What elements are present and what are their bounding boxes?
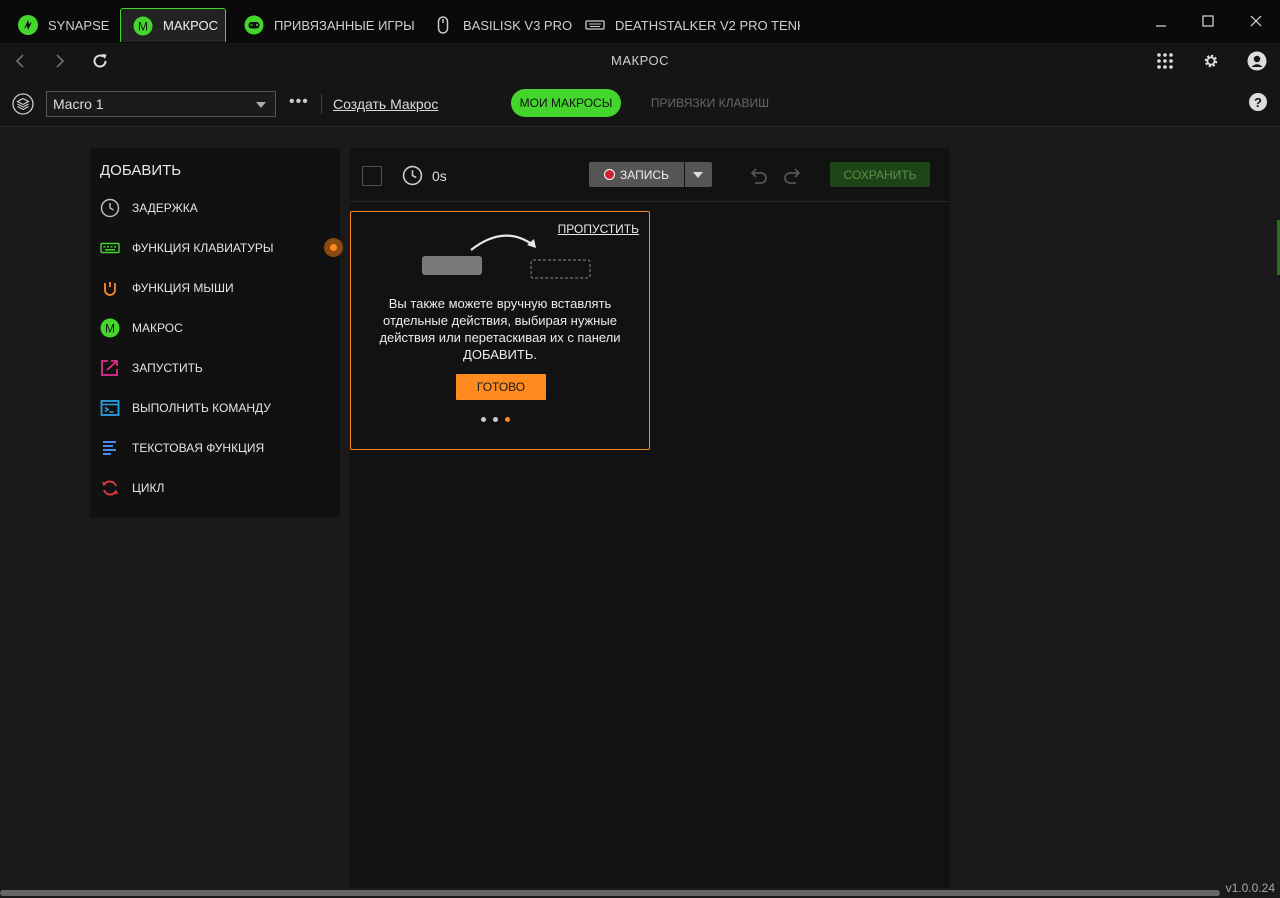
tab-key-bindings[interactable]: ПРИВЯЗКИ КЛАВИШ	[640, 89, 780, 117]
loop-icon	[100, 478, 120, 498]
layers-icon	[12, 93, 34, 115]
add-item-label: ЦИКЛ	[132, 481, 165, 495]
redo-icon	[784, 168, 801, 184]
layers-button[interactable]	[12, 93, 34, 120]
add-panel: ДОБАВИТЬ ЗАДЕРЖКА ФУНКЦИЯ КЛАВИАТУРЫ ФУН…	[90, 148, 343, 518]
drag-illustration-icon	[419, 230, 599, 290]
horizontal-scrollbar[interactable]	[0, 890, 1220, 896]
chevron-down-icon	[256, 102, 266, 108]
gamepad-icon	[244, 15, 264, 35]
divider	[321, 94, 322, 114]
add-run-command[interactable]: ВЫПОЛНИТЬ КОМАНДУ	[100, 396, 330, 420]
record-dot-icon	[604, 169, 616, 180]
save-button[interactable]: СОХРАНИТЬ	[830, 162, 930, 187]
title-bar: SYNAPSE M МАКРОС ПРИВЯЗАННЫЕ ИГРЫ BASILI…	[0, 0, 1280, 43]
minimize-button[interactable]	[1138, 8, 1184, 34]
record-label: ЗАПИСЬ	[620, 167, 669, 182]
tab-synapse[interactable]: SYNAPSE	[18, 8, 109, 42]
done-button[interactable]: ГОТОВО	[456, 374, 546, 400]
chevron-down-icon	[693, 172, 703, 178]
add-item-label: ФУНКЦИЯ МЫШИ	[132, 281, 234, 295]
macro-editor: 0s ЗАПИСЬ СОХРАНИТЬ ПРОПУСТИТЬ Вы также …	[350, 148, 950, 888]
grid-icon	[1157, 53, 1173, 69]
tab-linked-games[interactable]: ПРИВЯЗАННЫЕ ИГРЫ	[244, 8, 415, 42]
apps-button[interactable]	[1155, 51, 1175, 71]
help-button[interactable]: ?	[1249, 93, 1267, 111]
redo-button[interactable]	[782, 164, 804, 191]
tab-label: DEATHSTALKER V2 PRO TENKEYL	[615, 17, 800, 33]
close-button[interactable]	[1233, 8, 1279, 34]
maximize-button[interactable]	[1185, 8, 1231, 34]
add-macro[interactable]: M МАКРОС	[100, 316, 330, 340]
pager-dot-current	[505, 417, 510, 422]
add-text-function[interactable]: ТЕКСТОВАЯ ФУНКЦИЯ	[100, 436, 330, 460]
mouse-icon	[433, 15, 453, 35]
add-item-label: ФУНКЦИЯ КЛАВИАТУРЫ	[132, 241, 274, 255]
add-item-label: ЗАПУСТИТЬ	[132, 361, 203, 375]
pager-dot	[493, 417, 498, 422]
tab-label: BASILISK V3 PRO	[463, 17, 573, 33]
tab-basilisk[interactable]: BASILISK V3 PRO	[433, 8, 572, 42]
tab-label: МАКРОС	[163, 18, 218, 33]
avatar-icon	[1247, 51, 1267, 71]
pager-dot	[481, 417, 486, 422]
text-lines-icon	[100, 438, 120, 458]
macro-select-value: Macro 1	[53, 96, 104, 112]
keyboard-icon	[100, 238, 120, 258]
notification-badge	[324, 238, 343, 257]
total-time: 0s	[432, 168, 447, 184]
macro-select[interactable]: Macro 1	[46, 91, 276, 117]
version-label: v1.0.0.24	[1225, 881, 1275, 895]
add-panel-title: ДОБАВИТЬ	[100, 162, 182, 179]
keyboard-icon	[585, 15, 605, 35]
clock-icon	[402, 165, 423, 191]
minimize-icon	[1156, 25, 1166, 27]
nav-bar: МАКРОС	[0, 43, 1280, 79]
tab-label: SYNAPSE	[48, 17, 110, 33]
tooltip-text: Вы также можете вручную вставлять отдель…	[379, 296, 621, 362]
editor-toolbar: 0s ЗАПИСЬ СОХРАНИТЬ	[350, 148, 950, 202]
add-keyboard-function[interactable]: ФУНКЦИЯ КЛАВИАТУРЫ	[100, 236, 343, 260]
tooltip-pager	[481, 417, 510, 422]
svg-text:M: M	[105, 322, 115, 336]
mouse-icon	[100, 278, 120, 298]
add-item-label: МАКРОС	[132, 321, 183, 335]
undo-button[interactable]	[747, 164, 769, 191]
clock-icon	[100, 198, 120, 218]
settings-button[interactable]	[1201, 51, 1221, 71]
add-delay[interactable]: ЗАДЕРЖКА	[100, 196, 330, 220]
select-all-checkbox[interactable]	[362, 166, 382, 186]
profile-button[interactable]	[1247, 51, 1267, 71]
close-icon	[1250, 15, 1262, 27]
maximize-icon	[1202, 15, 1214, 27]
macro-m-icon: M	[100, 318, 120, 338]
add-item-label: ЗАДЕРЖКА	[132, 201, 198, 215]
undo-icon	[750, 168, 767, 184]
tab-label: ПРИВЯЗАННЫЕ ИГРЫ	[274, 17, 415, 33]
tab-my-macros[interactable]: МОИ МАКРОСЫ	[511, 89, 621, 117]
macro-toolbar: Macro 1 ••• Создать Макрос МОИ МАКРОСЫ П…	[0, 79, 1280, 127]
terminal-icon	[100, 398, 120, 418]
gear-icon	[1204, 54, 1218, 68]
tab-deathstalker[interactable]: DEATHSTALKER V2 PRO TENKEYL	[585, 8, 800, 42]
add-item-label: ТЕКСТОВАЯ ФУНКЦИЯ	[132, 441, 265, 455]
tab-macro[interactable]: M МАКРОС	[120, 8, 226, 42]
macro-m-icon: M	[133, 16, 153, 36]
more-options-button[interactable]: •••	[289, 93, 309, 111]
create-macro-link[interactable]: Создать Макрос	[333, 96, 438, 112]
add-item-label: ВЫПОЛНИТЬ КОМАНДУ	[132, 401, 271, 415]
onboarding-tooltip: ПРОПУСТИТЬ Вы также можете вручную встав…	[350, 211, 650, 450]
launch-icon	[100, 358, 120, 378]
record-button[interactable]: ЗАПИСЬ	[589, 162, 684, 187]
add-launch[interactable]: ЗАПУСТИТЬ	[100, 356, 330, 380]
record-options-dropdown[interactable]	[685, 162, 712, 187]
page-title: МАКРОС	[611, 53, 669, 68]
add-loop[interactable]: ЦИКЛ	[100, 476, 330, 500]
add-mouse-function[interactable]: ФУНКЦИЯ МЫШИ	[100, 276, 330, 300]
svg-text:M: M	[138, 19, 148, 33]
razer-logo-icon	[18, 15, 38, 35]
